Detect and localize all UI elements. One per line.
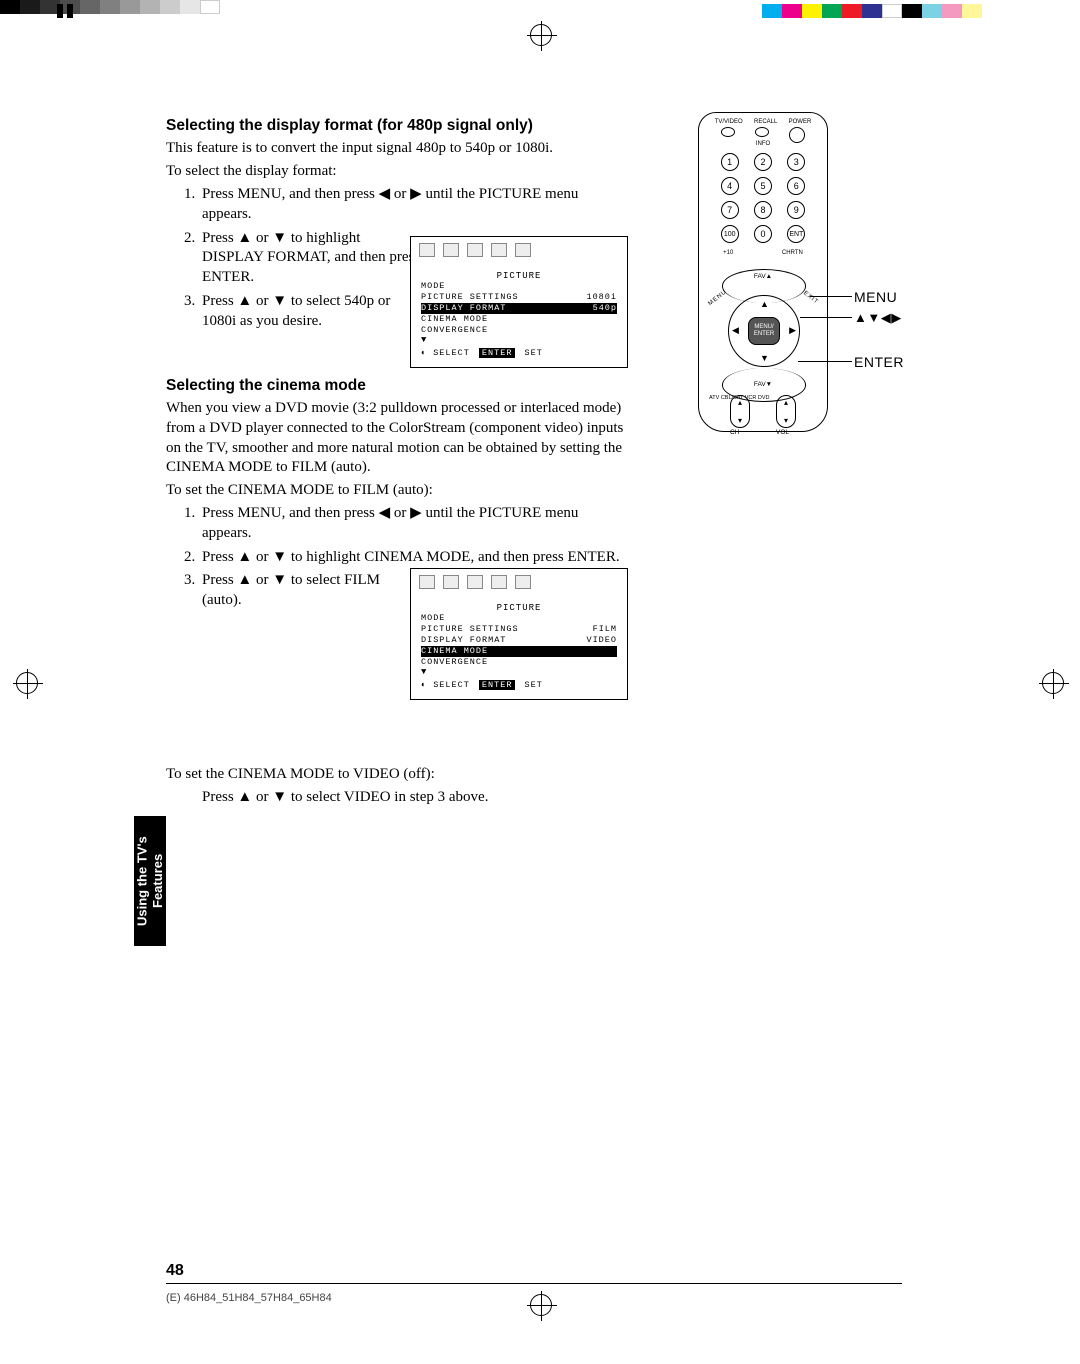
callout-leader [798, 361, 852, 362]
chapter-tab: Using the TV's Features [134, 816, 166, 946]
osd-menu-cinema-mode: PICTURE MODE PICTURE SETTINGSFILM DISPLA… [410, 568, 628, 700]
recall-button [755, 127, 769, 137]
num-button: 8 [754, 201, 772, 219]
num-button: 9 [787, 201, 805, 219]
remote-control-diagram: TV/VIDEO RECALL POWER INFO 1 2 3 4 5 6 7… [698, 112, 828, 432]
step-text: Press ▲ or ▼ to highlight CINEMA MODE, a… [202, 549, 620, 565]
intro-cinema-mode: When you view a DVD movie (3:2 pulldown … [166, 399, 626, 478]
num-button: ENT [787, 225, 805, 243]
num-button: 100 [721, 225, 739, 243]
body-video-off: Press ▲ or ▼ to select VIDEO in step 3 a… [166, 788, 626, 808]
dpad: ▲ ▼ ◀ ▶ MENU/ ENTER [724, 291, 804, 371]
num-button: 4 [721, 177, 739, 195]
page-number: 48 [166, 1262, 184, 1280]
osd-footer: ◐ SELECT ENTER SET [421, 348, 543, 359]
footer-filename: (E) 46H84_51H84_57H84_65H84 [166, 1292, 332, 1304]
osd-tab-icon [419, 575, 435, 589]
osd-tab-icon [419, 243, 435, 257]
num-button: 3 [787, 153, 805, 171]
lead-video-off: To set the CINEMA MODE to VIDEO (off): [166, 765, 626, 785]
osd-tab-icon [491, 575, 507, 589]
osd-tab-icon [443, 575, 459, 589]
heading-display-format: Selecting the display format (for 480p s… [166, 116, 626, 136]
color-swatch [762, 4, 982, 18]
num-button: 6 [787, 177, 805, 195]
osd-tab-icon [443, 243, 459, 257]
page-canvas: Selecting the display format (for 480p s… [58, 56, 1022, 1308]
num-button: 7 [721, 201, 739, 219]
left-arrow-icon: ◀ [732, 325, 739, 336]
main-content: Selecting the display format (for 480p s… [166, 116, 626, 811]
ch-rocker: ▴▾ [730, 395, 750, 428]
num-button: 2 [754, 153, 772, 171]
osd-menu-display-format: PICTURE MODE PICTURE SETTINGS1080i DISPL… [410, 236, 628, 368]
osd-tab-icon [515, 243, 531, 257]
osd-tab-icons [419, 575, 531, 589]
callout-leader [800, 317, 852, 318]
menu-enter-button: MENU/ ENTER [748, 317, 780, 345]
num-button: 0 [754, 225, 772, 243]
step-text: Press ▲ or ▼ to select FILM (auto). [202, 572, 380, 608]
registration-mark-left [16, 672, 38, 694]
down-arrow-icon: ▼ [760, 353, 769, 363]
callout-menu: MENU [854, 289, 897, 305]
callout-arrows: ▲▼◀▶ [854, 310, 902, 326]
registration-mark-top [530, 24, 552, 46]
printer-registration-strip [0, 0, 1080, 22]
right-arrow-icon: ▶ [789, 325, 796, 336]
up-arrow-icon: ▲ [760, 299, 769, 309]
step-text: Press MENU, and then press ◀ or ▶ until … [202, 186, 578, 222]
tvvideo-button [721, 127, 735, 137]
num-button: 1 [721, 153, 739, 171]
osd-tab-icon [467, 575, 483, 589]
osd-tab-icon [491, 243, 507, 257]
osd-tab-icon [515, 575, 531, 589]
osd-tab-icon [467, 243, 483, 257]
heading-cinema-mode: Selecting the cinema mode [166, 376, 626, 396]
intro-display-format: This feature is to convert the input sig… [166, 139, 626, 159]
footer-rule [166, 1283, 902, 1284]
callout-enter: ENTER [854, 354, 904, 370]
step-text: Press ▲ or ▼ to highlight DISPLAY FORMAT… [202, 230, 420, 286]
number-pad: 1 2 3 4 5 6 7 8 9 100 0 ENT [699, 153, 827, 243]
lead-cinema-mode: To set the CINEMA MODE to FILM (auto): [166, 481, 626, 501]
registration-mark-right [1042, 672, 1064, 694]
num-button: 5 [754, 177, 772, 195]
osd-tab-icons [419, 243, 531, 257]
lead-display-format: To select the display format: [166, 162, 626, 182]
step-text: Press ▲ or ▼ to select 540p or 1080i as … [202, 293, 390, 329]
vol-rocker: ▴▾ [776, 395, 796, 428]
step-text: Press MENU, and then press ◀ or ▶ until … [202, 505, 578, 541]
callout-leader [810, 296, 852, 297]
osd-footer: ◐ SELECT ENTER SET [421, 680, 543, 691]
